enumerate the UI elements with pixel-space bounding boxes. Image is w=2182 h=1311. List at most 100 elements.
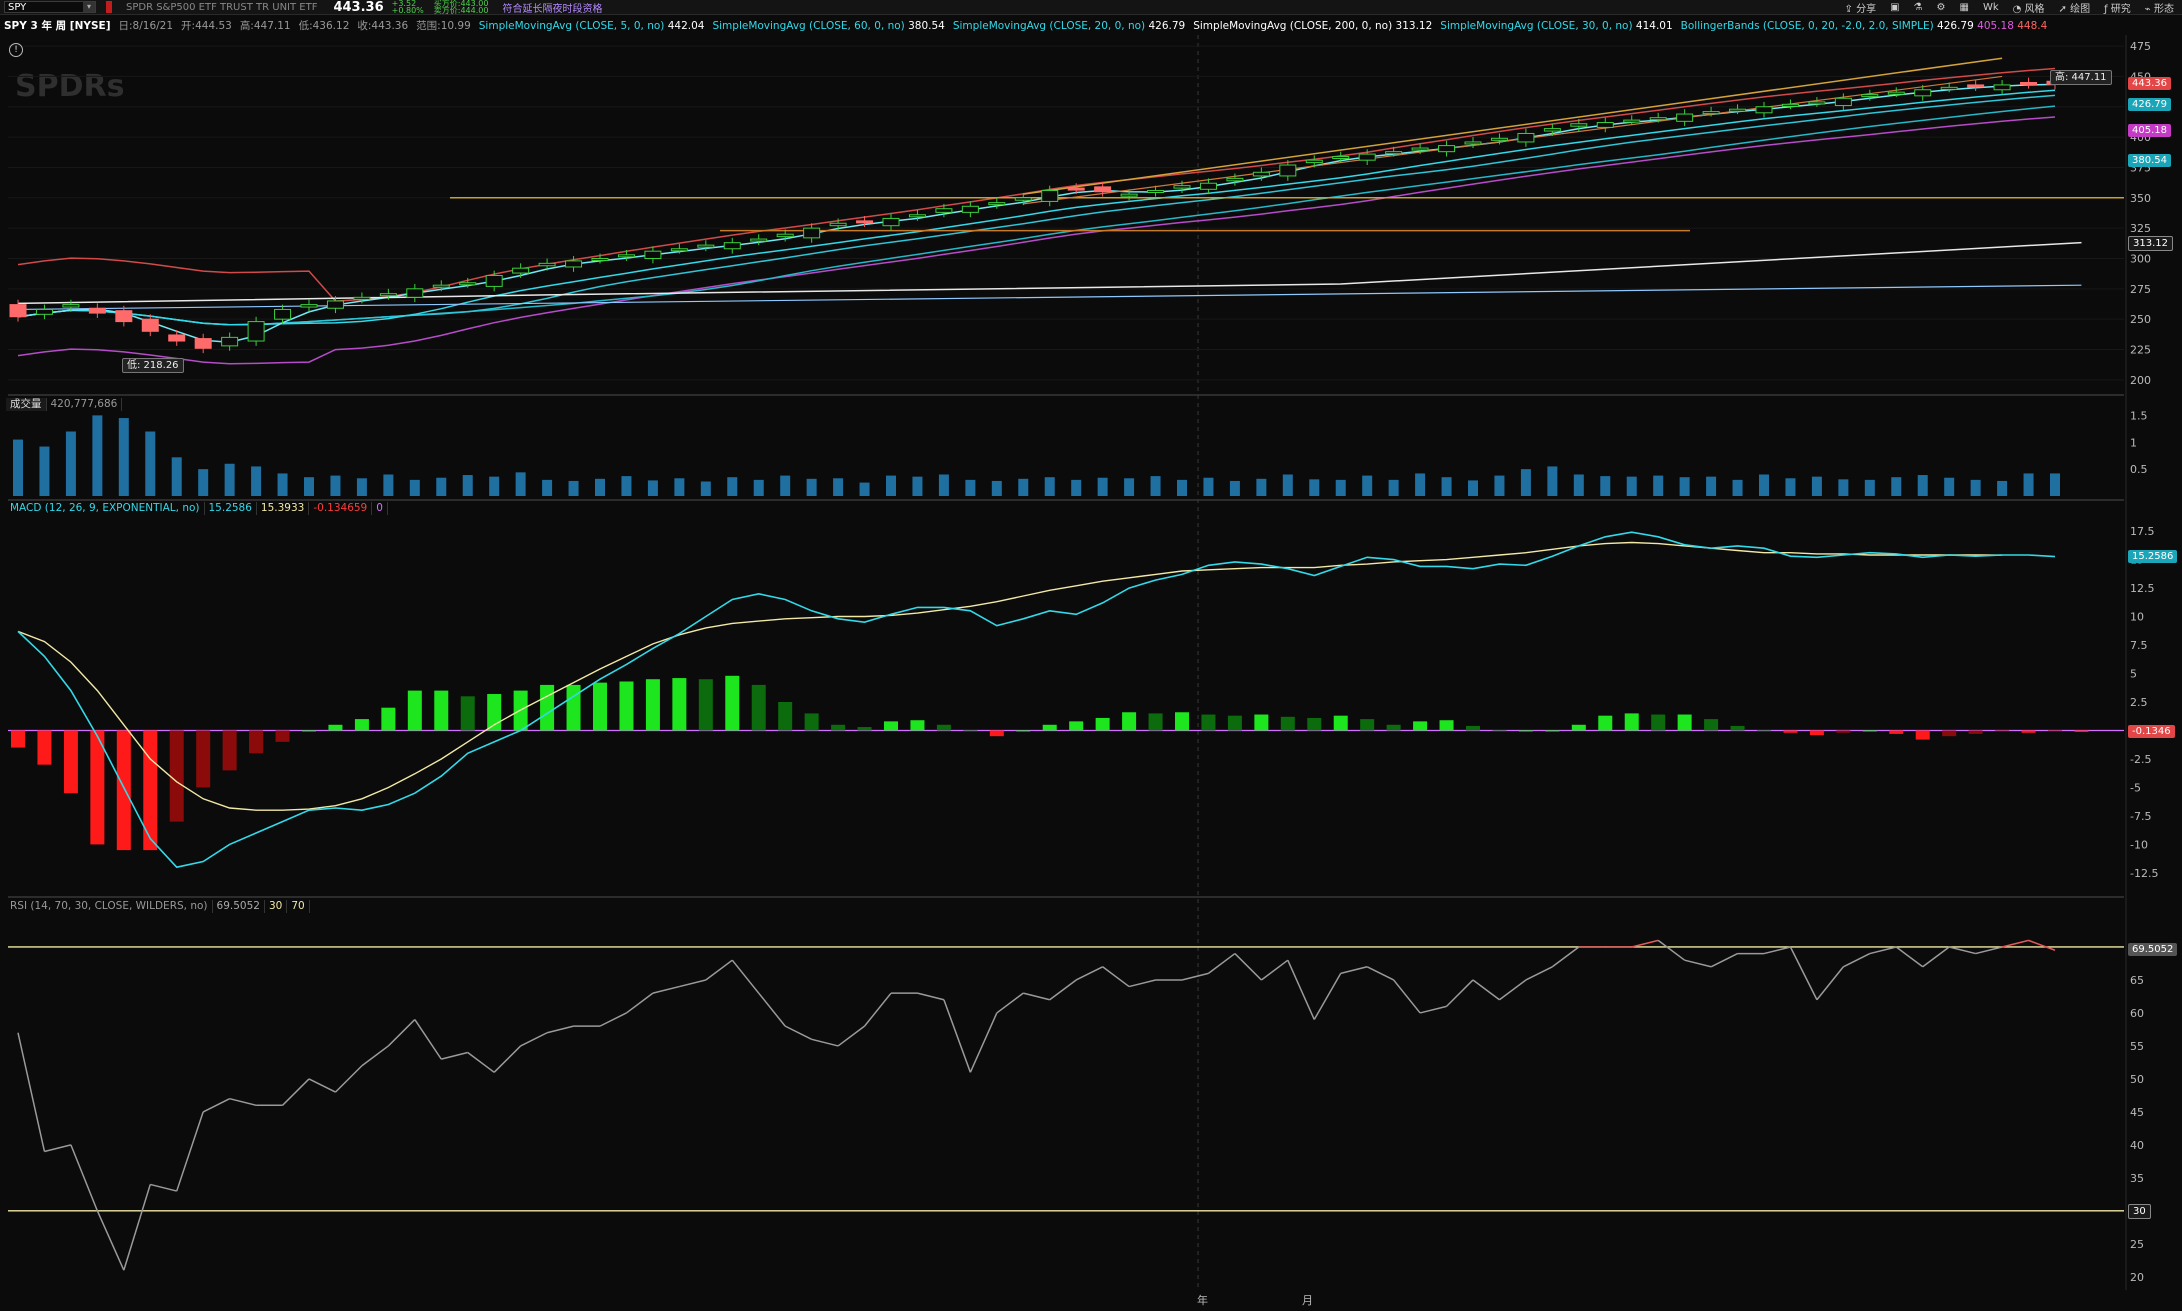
pattern-icon: ⌁: [2144, 3, 2154, 15]
macd-tick-label: 2.5: [2130, 696, 2148, 709]
price-tick-label: 250: [2130, 313, 2151, 326]
rsi-tick-label: 45: [2130, 1106, 2144, 1119]
bar-high: 高:447.11: [239, 20, 291, 32]
study-bollinger[interactable]: BollingerBands (CLOSE, 0, 20, -2.0, 2.0,…: [1677, 19, 2052, 33]
volume-bar: [1097, 477, 1108, 496]
macd-histogram-bar: [1836, 730, 1851, 733]
macd-histogram-bar: [1889, 730, 1904, 734]
candle-body: [168, 334, 186, 342]
chart-title: SPY 3 年 周 [NYSE]: [4, 20, 111, 32]
symbol-description: SPDR S&P500 ETF TRUST TR UNIT ETF: [126, 1, 318, 13]
candle-body: [247, 321, 265, 342]
flask-icon[interactable]: ⚗: [1914, 2, 1923, 13]
volume-bar: [753, 479, 764, 496]
draw-button[interactable]: ➚ 绘图: [2059, 0, 2091, 15]
candle-body: [856, 220, 874, 224]
volume-bar: [780, 475, 791, 496]
price-tick-label: 300: [2130, 252, 2151, 265]
rsi-line-segment: [1023, 992, 1050, 1001]
patterns-button[interactable]: ⌁ 形态: [2145, 0, 2174, 15]
macd-histogram-bar: [1254, 714, 1269, 731]
macd-histogram-bar: [1598, 715, 1613, 731]
candle-body: [1861, 94, 1879, 98]
volume-bar: [2023, 473, 2034, 496]
macd-line: [17, 531, 2056, 869]
candle-body: [1279, 164, 1297, 177]
studies-button[interactable]: ƒ 研究: [2104, 0, 2131, 15]
rsi-line-segment: [520, 1032, 548, 1047]
info-icon[interactable]: !: [9, 43, 23, 57]
rsi-line-segment: [863, 992, 892, 1027]
candle-body: [617, 254, 635, 258]
rsi-line-segment: [1313, 972, 1342, 1020]
candle-body: [988, 202, 1006, 206]
rsi-line-segment: [1843, 952, 1871, 968]
macd-histogram-bar: [1518, 730, 1533, 732]
candle-body: [1834, 97, 1852, 107]
volume-bar: [647, 480, 658, 496]
macd-histogram-bar: [2048, 730, 2062, 732]
volume-bar: [198, 469, 209, 496]
gear-icon[interactable]: ⚙: [1937, 2, 1946, 13]
volume-bar: [1653, 475, 1664, 496]
volume-bar: [383, 474, 394, 496]
study-sma30[interactable]: SimpleMovingAvg (CLOSE, 30, 0, no) 414.0…: [1436, 19, 1676, 33]
candle-body: [221, 336, 239, 347]
price-tick-label: 350: [2130, 192, 2151, 205]
candle-body: [379, 293, 397, 297]
rsi-line-segment: [784, 1025, 812, 1041]
rsi-line-segment: [1049, 979, 1077, 1001]
watermark-text: SPDRs: [15, 69, 124, 104]
candle-body: [538, 262, 556, 267]
macd-tick-label: 7.5: [2130, 639, 2148, 652]
rsi-line-segment: [1181, 972, 1209, 981]
macd-histogram-bar: [169, 730, 184, 822]
volume-bar: [1679, 477, 1690, 496]
macd-tick-label: 5: [2130, 668, 2137, 681]
macd-histogram-bar: [1545, 730, 1560, 732]
style-button[interactable]: ◔ 风格: [2013, 0, 2045, 15]
candle-body: [1147, 190, 1165, 194]
study-sma5[interactable]: SimpleMovingAvg (CLOSE, 5, 0, no) 442.04: [475, 19, 709, 33]
macd-histogram-bar: [196, 730, 211, 788]
volume-bar: [1229, 480, 1240, 496]
chevron-down-icon[interactable]: ▾: [83, 2, 95, 12]
rsi-line-segment: [1657, 939, 1686, 961]
candle-body: [326, 300, 344, 309]
rsi-line-segment: [1446, 979, 1474, 1007]
volume-bar: [515, 472, 526, 496]
candle-body: [1517, 132, 1535, 143]
candle-body: [1914, 89, 1932, 97]
macd-histogram-bar: [460, 696, 475, 731]
grid-icon[interactable]: ▦: [1959, 2, 1968, 13]
rsi-line-segment: [811, 1038, 839, 1047]
rsi-line-segment: [969, 1012, 998, 1073]
window-icon[interactable]: ▣: [1890, 2, 1899, 13]
period-button[interactable]: Wk: [1983, 2, 1999, 13]
symbol-input[interactable]: SPY ▾: [4, 1, 96, 13]
rsi-line-segment: [626, 992, 654, 1014]
candle-body: [697, 244, 715, 248]
macd-signal-line: [17, 541, 2003, 811]
channel-middle-line: [1023, 75, 2003, 205]
volume-bar: [1838, 479, 1849, 496]
study-sma20[interactable]: SimpleMovingAvg (CLOSE, 20, 0, no) 426.7…: [949, 19, 1189, 33]
rsi-line-segment: [1419, 1005, 1447, 1014]
candle-body: [35, 308, 53, 315]
study-sma60[interactable]: SimpleMovingAvg (CLOSE, 60, 0, no) 380.5…: [708, 19, 948, 33]
volume-bar: [39, 446, 50, 496]
sma30-line: [17, 94, 2056, 326]
candle-body: [591, 257, 609, 261]
candle-body: [1702, 111, 1720, 115]
volume-bar: [436, 477, 447, 496]
macd-histogram-bar: [11, 730, 25, 748]
candle-body: [274, 308, 292, 320]
volume-bar: [1441, 477, 1452, 496]
bar-open: 开:444.53: [181, 20, 232, 32]
candle-body: [1623, 119, 1641, 123]
share-button[interactable]: ⇪ 分享: [1845, 0, 1877, 15]
rsi-line-segment: [1631, 939, 1659, 948]
ask-price: 卖方价:444.00: [433, 6, 489, 15]
study-sma200[interactable]: SimpleMovingAvg (CLOSE, 200, 0, no) 313.…: [1189, 19, 1436, 33]
volume-bar: [1547, 466, 1558, 496]
